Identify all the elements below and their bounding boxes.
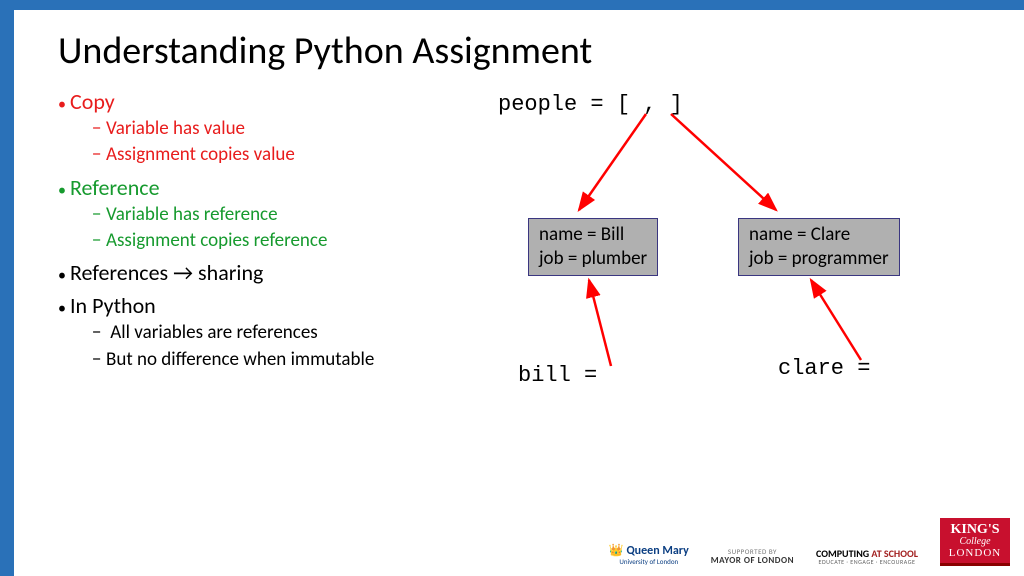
- bullet-python: •In Python − All variables are reference…: [58, 292, 458, 372]
- slide-title: Understanding Python Assignment: [14, 10, 1024, 88]
- logo-kcl: KING'S College LONDON: [940, 518, 1010, 566]
- box-bill: name = Bill job = plumber: [528, 218, 658, 276]
- footer-logos: 👑 Queen Mary University of London SUPPOR…: [609, 518, 1010, 566]
- diagram: people = [ , ] name = Bill job = plumber…: [458, 88, 1024, 528]
- box-clare: name = Clare job = programmer: [738, 218, 900, 276]
- slide-content: •Copy −Variable has value −Assignment co…: [14, 88, 1024, 528]
- logo-cas: COMPUTING AT SCHOOL EDUCATE · ENGAGE · E…: [816, 548, 918, 566]
- logo-queen-mary: 👑 Queen Mary University of London: [609, 545, 689, 566]
- logo-mayor: SUPPORTED BY MAYOR OF LONDON: [711, 548, 794, 566]
- code-bill: bill =: [518, 363, 597, 388]
- bullet-reference: •Reference −Variable has reference −Assi…: [58, 174, 458, 254]
- bullet-sharing: •References → sharing: [58, 259, 458, 286]
- code-people: people = [ , ]: [498, 92, 683, 117]
- code-clare: clare =: [778, 356, 870, 381]
- bullet-list: •Copy −Variable has value −Assignment co…: [58, 88, 458, 528]
- arrows: [458, 88, 1024, 528]
- bullet-copy: •Copy −Variable has value −Assignment co…: [58, 88, 458, 168]
